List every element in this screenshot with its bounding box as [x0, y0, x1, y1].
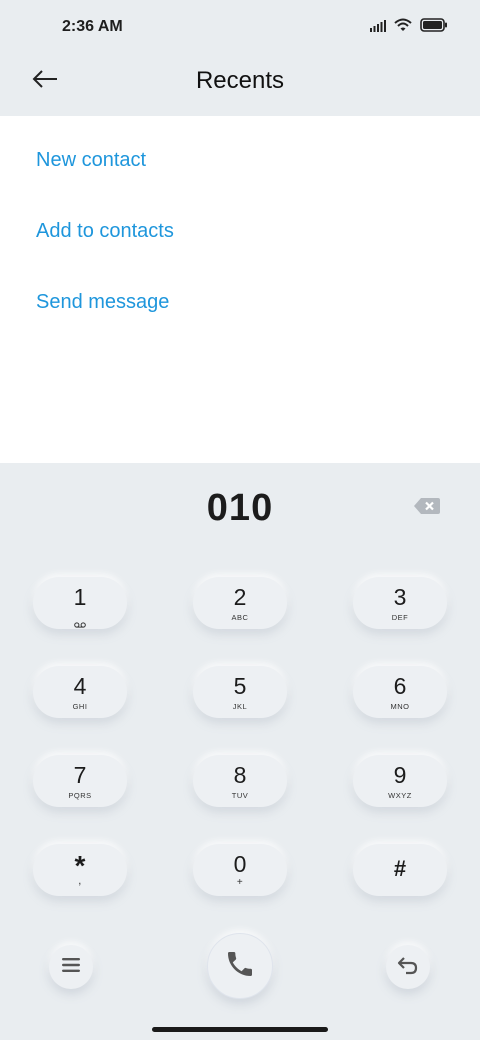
key-digit: 0 [233, 851, 247, 877]
new-contact-option[interactable]: New contact [36, 145, 146, 175]
key-hash[interactable]: # [353, 844, 447, 896]
key-digit: 7 [73, 762, 87, 788]
wifi-icon [394, 18, 412, 37]
key-digit: 6 [393, 673, 407, 699]
key-letters: WXYZ [388, 791, 412, 800]
key-letters: MNO [390, 702, 410, 711]
key-1[interactable]: 1 [33, 577, 127, 629]
status-time: 2:36 AM [62, 18, 123, 35]
dialed-number: 010 [206, 487, 274, 529]
page-title: Recents [195, 67, 285, 94]
key-7[interactable]: 7 PQRS [33, 755, 127, 807]
menu-icon [61, 957, 81, 978]
status-bar: 2:36 AM [0, 0, 480, 56]
dialer-screen: 2:36 AM Recents New contact Add to conta… [0, 0, 480, 1040]
key-letters: PQRS [68, 791, 92, 800]
key-letters: ABC [231, 613, 249, 622]
status-icons [370, 18, 448, 37]
key-letters: , [78, 875, 82, 887]
key-3[interactable]: 3 DEF [353, 577, 447, 629]
key-letters: JKL [232, 702, 248, 711]
key-digit: 8 [233, 762, 247, 788]
undo-icon [396, 954, 420, 981]
menu-button[interactable] [49, 945, 93, 989]
key-8[interactable]: 8 TUV [193, 755, 287, 807]
key-digit: 9 [393, 762, 407, 788]
home-indicator[interactable] [152, 1027, 328, 1032]
key-digit: 2 [233, 584, 247, 610]
add-to-contacts-option[interactable]: Add to contacts [36, 216, 174, 246]
key-0[interactable]: 0 + [193, 844, 287, 896]
key-letters: GHI [72, 702, 88, 711]
header: Recents [0, 56, 480, 116]
backspace-button[interactable] [412, 495, 442, 517]
key-digit: 5 [233, 673, 247, 699]
key-letters: TUV [231, 791, 249, 800]
key-6[interactable]: 6 MNO [353, 666, 447, 718]
phone-icon [224, 948, 256, 985]
key-9[interactable]: 9 WXYZ [353, 755, 447, 807]
key-letters: DEF [391, 613, 409, 622]
options-panel: New contact Add to contacts Send message [0, 116, 480, 463]
key-2[interactable]: 2 ABC [193, 577, 287, 629]
key-5[interactable]: 5 JKL [193, 666, 287, 718]
call-button[interactable] [207, 933, 273, 999]
voicemail-icon [74, 615, 86, 633]
key-star[interactable]: * , [33, 844, 127, 896]
signal-icon [370, 19, 386, 37]
key-digit: 4 [73, 673, 87, 699]
send-message-option[interactable]: Send message [36, 287, 169, 317]
key-digit: 1 [73, 584, 87, 610]
key-4[interactable]: 4 GHI [33, 666, 127, 718]
undo-button[interactable] [386, 945, 430, 989]
battery-icon [420, 18, 448, 37]
key-letters: + [236, 877, 244, 888]
key-digit: # [393, 856, 407, 881]
key-digit: 3 [393, 584, 407, 610]
backspace-icon [412, 498, 442, 521]
